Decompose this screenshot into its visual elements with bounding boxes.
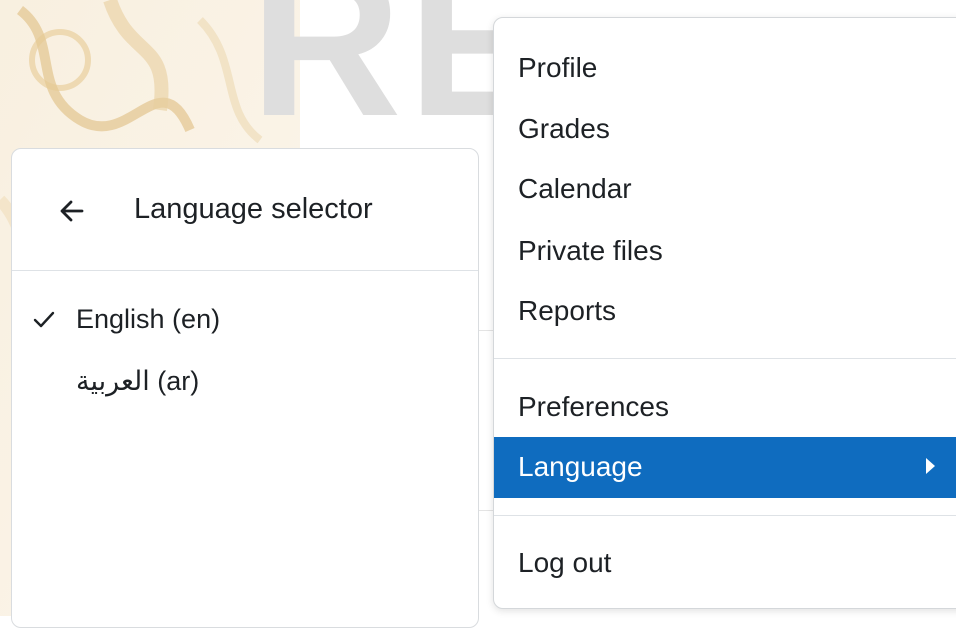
language-selector-title: Language selector bbox=[134, 193, 373, 225]
menu-divider bbox=[494, 515, 956, 516]
menu-item-calendar[interactable]: Calendar bbox=[494, 159, 956, 219]
language-option-label: العربية (ar) bbox=[76, 366, 200, 396]
menu-item-label: Preferences bbox=[518, 391, 669, 422]
language-option-arabic[interactable]: العربية (ar) bbox=[12, 355, 478, 411]
check-icon bbox=[33, 311, 55, 328]
menu-item-label: Private files bbox=[518, 235, 663, 266]
menu-item-label: Log out bbox=[518, 547, 612, 578]
menu-item-label: Reports bbox=[518, 295, 617, 326]
menu-item-reports[interactable]: Reports bbox=[494, 281, 956, 341]
arrow-left-icon bbox=[60, 200, 84, 222]
menu-item-log-out[interactable]: Log out bbox=[494, 533, 956, 593]
menu-item-preferences[interactable]: Preferences bbox=[494, 377, 956, 437]
back-button[interactable] bbox=[50, 189, 94, 233]
menu-divider bbox=[494, 358, 956, 359]
language-selector-header: Language selector bbox=[12, 149, 478, 271]
user-menu-dropdown: Profile Grades Calendar Private files Re… bbox=[493, 17, 956, 609]
menu-item-grades[interactable]: Grades bbox=[494, 99, 956, 159]
menu-item-label: Language bbox=[518, 451, 643, 482]
language-option-english[interactable]: English (en) bbox=[12, 293, 478, 349]
menu-item-label: Calendar bbox=[518, 173, 632, 204]
caret-right-icon bbox=[926, 458, 935, 474]
menu-item-private-files[interactable]: Private files bbox=[494, 221, 956, 281]
menu-item-language[interactable]: Language bbox=[494, 437, 956, 498]
menu-item-label: Profile bbox=[518, 52, 598, 83]
language-option-label: English (en) bbox=[76, 304, 221, 334]
menu-item-label: Grades bbox=[518, 113, 610, 144]
language-selector-panel: Language selector English (en) العربية (… bbox=[11, 148, 479, 628]
menu-item-profile[interactable]: Profile bbox=[494, 38, 956, 98]
